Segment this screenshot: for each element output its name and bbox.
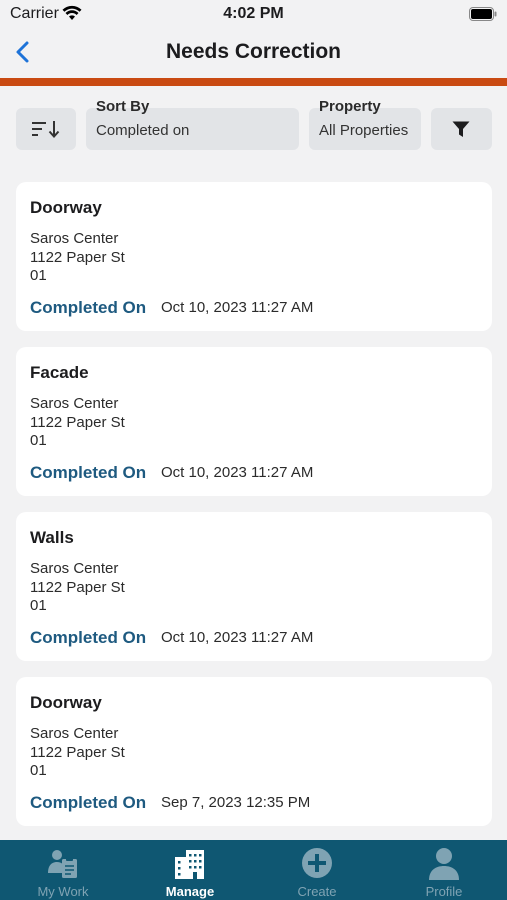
item-title: Doorway (30, 693, 102, 712)
completed-on-label: Completed On (30, 463, 147, 482)
completed-on-value: Oct 10, 2023 11:27 AM (161, 629, 314, 646)
list-item[interactable]: Doorway Saros Center 1122 Paper St 01 Co… (16, 182, 492, 331)
item-unit: 01 (30, 432, 47, 449)
completed-on-value: Sep 7, 2023 12:35 PM (161, 794, 311, 811)
list-item[interactable]: Doorway Saros Center 1122 Paper St 01 Co… (16, 677, 492, 826)
tab-bar: My Work Manage Create Profile (0, 840, 507, 900)
tab-my-work[interactable]: My Work (0, 840, 126, 900)
completed-on-label: Completed On (30, 793, 147, 812)
item-title: Facade (30, 363, 89, 382)
item-unit: 01 (30, 597, 47, 614)
item-property: Saros Center (30, 725, 119, 742)
item-address: 1122 Paper St (30, 579, 125, 596)
item-unit: 01 (30, 267, 47, 284)
item-title: Walls (30, 528, 74, 547)
battery-icon (469, 7, 497, 26)
tab-label: Profile (425, 884, 463, 899)
filter-icon (452, 121, 470, 137)
tab-label: Manage (165, 884, 215, 899)
building-icon (175, 850, 204, 879)
sort-by-value[interactable]: Completed on (96, 122, 189, 139)
completed-on-value: Oct 10, 2023 11:27 AM (161, 464, 314, 481)
navigation-bar: Needs Correction (0, 30, 507, 78)
person-icon (429, 848, 459, 880)
tab-manage[interactable]: Manage (127, 840, 253, 900)
completed-on-value: Oct 10, 2023 11:27 AM (161, 299, 314, 316)
tab-label: Create (297, 884, 337, 899)
item-address: 1122 Paper St (30, 414, 125, 431)
my-work-icon (48, 850, 77, 878)
tab-profile[interactable]: Profile (381, 840, 507, 900)
filter-button[interactable] (431, 108, 492, 150)
item-unit: 01 (30, 762, 47, 779)
item-address: 1122 Paper St (30, 744, 125, 761)
item-property: Saros Center (30, 230, 119, 247)
page-title: Needs Correction (165, 40, 342, 63)
sort-by-label: Sort By (96, 98, 150, 115)
item-property: Saros Center (30, 560, 119, 577)
sort-direction-button[interactable] (16, 108, 76, 150)
tab-create[interactable]: Create (254, 840, 380, 900)
property-label: Property (319, 98, 381, 115)
completed-on-label: Completed On (30, 298, 147, 317)
property-value[interactable]: All Properties (319, 122, 408, 139)
item-property: Saros Center (30, 395, 119, 412)
accent-divider (0, 78, 507, 86)
plus-circle-icon (302, 848, 332, 878)
sort-icon (32, 121, 60, 138)
list-item[interactable]: Walls Saros Center 1122 Paper St 01 Comp… (16, 512, 492, 661)
status-bar: Carrier 4:02 PM (0, 0, 507, 30)
completed-on-label: Completed On (30, 628, 147, 647)
tab-label: My Work (37, 884, 89, 899)
list-item[interactable]: Facade Saros Center 1122 Paper St 01 Com… (16, 347, 492, 496)
item-address: 1122 Paper St (30, 249, 125, 266)
filter-bar: Sort By Completed on Property All Proper… (0, 86, 507, 164)
clock: 4:02 PM (223, 5, 284, 22)
item-title: Doorway (30, 198, 102, 217)
